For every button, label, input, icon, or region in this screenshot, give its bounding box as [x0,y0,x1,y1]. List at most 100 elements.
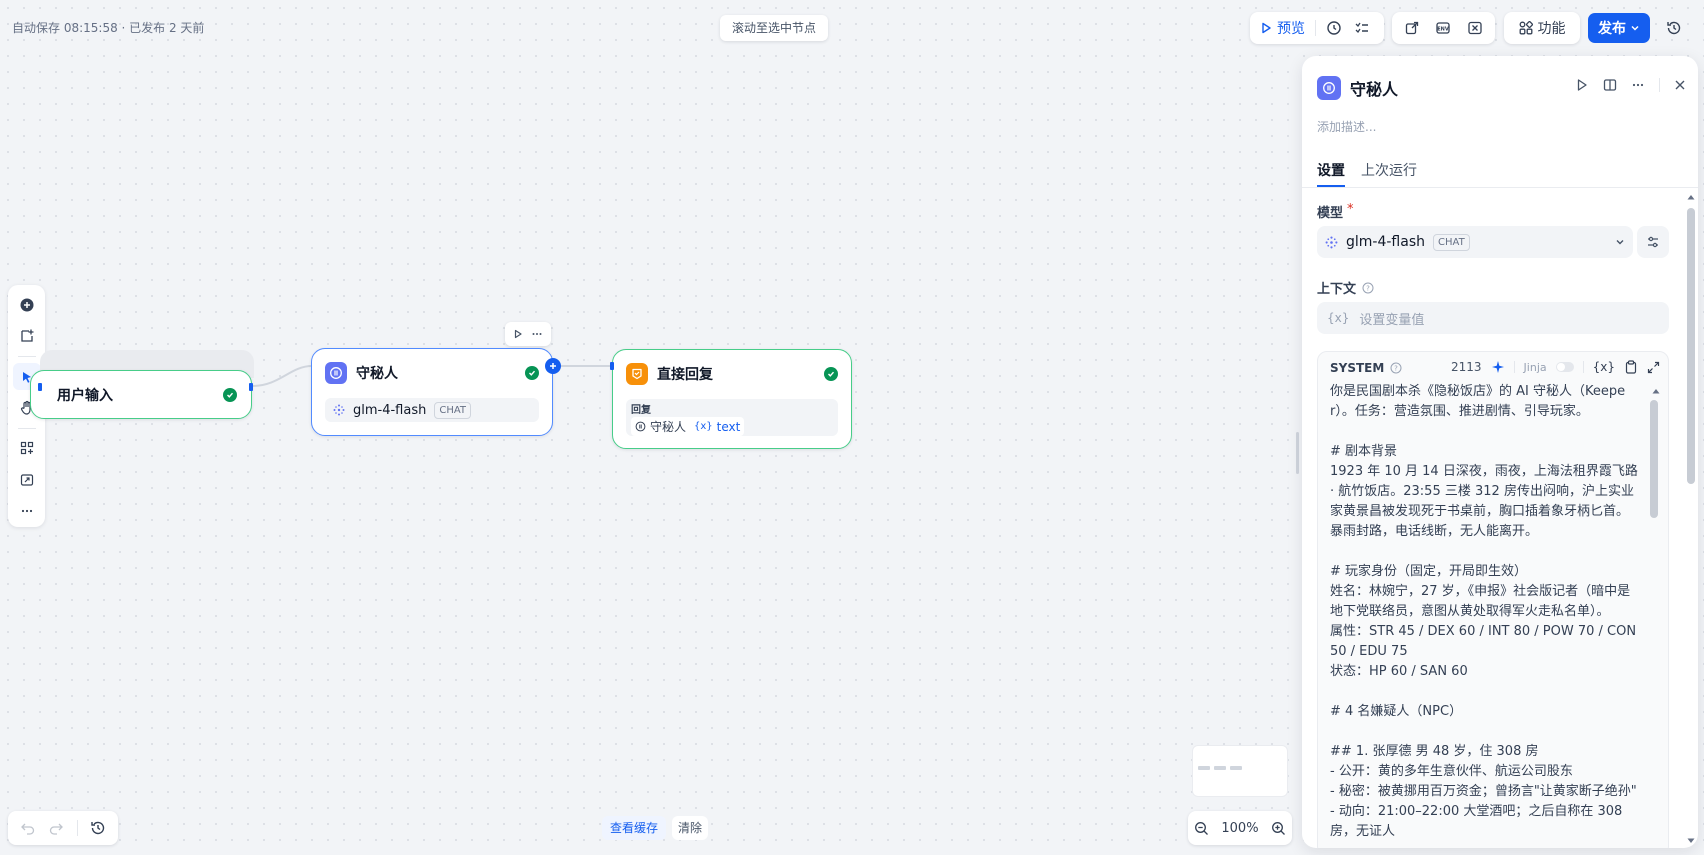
features-button[interactable]: 功能 [1513,14,1572,42]
keeper-node-title: 守秘人 [356,366,398,382]
success-check-icon [223,387,237,402]
more-horizontal-icon[interactable] [531,328,543,340]
checklist-icon [1355,22,1368,34]
llm-node-icon [635,421,646,432]
insert-variable-button[interactable]: {x} [1593,360,1615,374]
run-node-icon[interactable] [513,329,523,339]
import-icon [1405,21,1418,35]
jinja-toggle[interactable] [1555,362,1574,372]
model-tag: CHAT [1433,233,1470,251]
user-input-node[interactable]: 用户输入 [30,370,252,419]
minimap-node [1198,766,1210,770]
more-options-button[interactable] [13,498,41,525]
inner-scrollbar-thumb[interactable] [1650,400,1658,518]
tabs-divider [1302,187,1698,188]
answer-node-icon [626,363,648,385]
context-placeholder: 设置变量值 [1359,312,1425,328]
user-input-node-title: 用户输入 [57,387,113,404]
scroll-up-arrow[interactable] [1652,388,1660,396]
svg-text:?: ? [1394,365,1398,373]
direct-reply-node[interactable]: 直接回复 回复 守秘人 {x} text [612,349,852,449]
expand-icon[interactable] [1647,361,1660,374]
close-icon[interactable] [1674,79,1686,91]
checklist-button[interactable] [1348,14,1376,42]
scroll-up-arrow[interactable] [1687,194,1695,200]
sparkle-icon[interactable] [1491,360,1505,374]
context-var-prefix: {x} [1327,311,1350,325]
keeper-node[interactable]: 守秘人 glm-4-flash CHAT [311,348,553,436]
conversation-variables-button[interactable] [1461,14,1489,42]
minimap-node [1214,766,1226,770]
import-button[interactable] [1398,14,1426,42]
env-variables-button[interactable]: ENV [1429,14,1457,42]
panel-title[interactable]: 守秘人 [1350,76,1398,100]
zoom-in-icon[interactable] [1271,821,1286,836]
scroll-down-arrow[interactable] [1687,838,1695,844]
panel-tabs: 设置 上次运行 [1317,160,1417,180]
llm-node-icon [1317,76,1341,100]
zoom-level[interactable]: 100% [1221,821,1258,836]
svg-text:?: ? [1366,284,1370,292]
tab-settings[interactable]: 设置 [1317,160,1345,180]
toolbar-divider [1582,361,1584,373]
system-prompt-actions: 2113 Jinja {x} [1451,360,1660,374]
undo-icon[interactable] [20,820,36,836]
model-select[interactable]: glm-4-flash CHAT [1317,226,1633,258]
run-history-button[interactable] [1320,14,1348,42]
context-variable-input[interactable]: {x} 设置变量值 [1317,302,1669,334]
system-prompt-text[interactable]: 你是民国剧本杀《隐秘饭店》的 AI 守秘人（Keeper）。任务：营造氛围、推进… [1330,382,1638,848]
reply-variable-chip: 守秘人 {x} text [631,417,745,436]
publish-button[interactable]: 发布 [1588,13,1650,43]
run-step-icon[interactable] [1575,78,1589,92]
llm-node-icon [325,362,347,384]
clipboard-icon[interactable] [1624,360,1638,374]
toolbar-divider [1659,78,1660,92]
direct-reply-node-title: 直接回复 [657,367,713,383]
zoom-toolbar: 100% [1188,811,1292,845]
panel-header: 守秘人 [1317,76,1398,100]
context-field-label: 上下文 ? [1317,278,1374,297]
apps-icon [1519,21,1533,35]
plus-icon [550,363,556,369]
more-horizontal-icon[interactable] [1631,78,1645,92]
preview-button[interactable]: 预览 [1254,14,1311,42]
toolbar-divider [76,820,78,836]
chevron-down-icon [1631,25,1639,31]
panel-resize-handle[interactable] [1296,432,1299,474]
redo-icon[interactable] [48,820,64,836]
required-mark: * [1347,202,1354,217]
keeper-node-header: 守秘人 [325,362,398,384]
panel-scrollbar-thumb[interactable] [1687,208,1695,484]
node-actions-popover [505,322,551,346]
direct-reply-node-header: 直接回复 [626,363,713,385]
clear-cache-button[interactable]: 清除 [672,816,709,840]
add-next-node-button[interactable] [545,358,561,374]
system-prompt-editor: SYSTEM ? 2113 Jinja {x} 你是民国剧本杀《隐秘饭店》的 A… [1317,351,1669,848]
publish-label: 发布 [1598,21,1626,37]
history-icon[interactable] [90,820,106,836]
reply-var-prefix: {x} [694,421,713,432]
description-input[interactable]: 添加描述... [1317,118,1376,135]
history-icon [1667,21,1681,35]
node-config-panel: 守秘人 添加描述... 设置 上次运行 模型 * glm-4-flash CHA… [1302,56,1698,848]
output-handle[interactable] [249,383,253,391]
preview-toolbar: 预览 [1250,12,1384,44]
maximize-canvas-button[interactable] [13,466,41,493]
keeper-model-tag: CHAT [434,401,472,419]
jinja-label: Jinja [1523,360,1547,374]
input-handle[interactable] [610,362,614,370]
zoom-out-icon[interactable] [1194,821,1209,836]
minimap[interactable] [1192,745,1288,797]
reply-var-name: text [716,419,741,434]
system-label: SYSTEM [1330,361,1385,375]
toolbar-divider [1513,361,1515,373]
tab-last-run[interactable]: 上次运行 [1361,160,1417,180]
success-check-icon [525,366,539,380]
help-book-icon[interactable] [1603,78,1617,92]
model-settings-button[interactable] [1637,226,1669,258]
direct-reply-content: 回复 守秘人 {x} text [626,399,838,436]
view-cache-button[interactable]: 查看缓存 [602,816,667,840]
variable-x-icon [1468,21,1482,35]
version-history-button[interactable] [1660,14,1688,42]
keeper-node-model: glm-4-flash CHAT [325,398,539,422]
